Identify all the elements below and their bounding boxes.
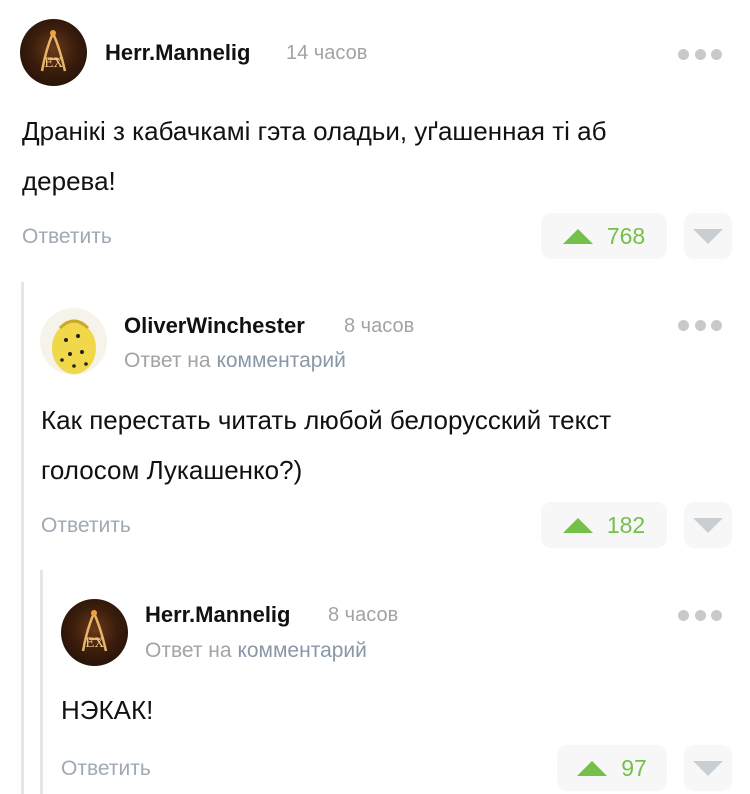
vote-count: 97: [621, 754, 647, 781]
vote-count: 182: [606, 511, 646, 538]
downvote-arrow-icon: [693, 228, 723, 244]
more-options-icon[interactable]: [678, 319, 722, 331]
reply-button[interactable]: Ответить: [22, 225, 112, 249]
avatar-image: [52, 319, 96, 374]
reply-to-prefix: Ответ на: [124, 349, 211, 372]
svg-text:EX: EX: [44, 56, 63, 71]
comment-text-line: НЭКАК!: [61, 695, 154, 725]
upvote-arrow-icon: [577, 760, 608, 776]
reply-to-link[interactable]: комментарий: [237, 639, 366, 662]
more-options-icon[interactable]: [678, 48, 722, 60]
upvote-button[interactable]: 182: [541, 502, 667, 548]
comment-author[interactable]: Herr.Mannelig: [105, 40, 250, 66]
comment-time: 8 часов: [328, 604, 399, 626]
avatar[interactable]: EX: [61, 599, 128, 666]
comment-text: Как перестать читать любой белорусский т…: [41, 395, 611, 495]
comment-text-line: дерева!: [22, 166, 116, 196]
upvote-button[interactable]: 768: [541, 213, 667, 259]
avatar-image: EX: [40, 29, 67, 72]
upvote-arrow-icon: [562, 228, 593, 244]
comment-author[interactable]: OliverWinchester: [124, 313, 305, 339]
upvote-arrow-icon: [562, 517, 593, 533]
reply-button[interactable]: Ответить: [61, 757, 151, 781]
more-options-icon[interactable]: [678, 609, 722, 621]
downvote-arrow-icon: [693, 517, 723, 533]
svg-text:EX: EX: [85, 636, 104, 651]
downvote-arrow-icon: [693, 760, 723, 776]
downvote-button[interactable]: [684, 745, 732, 791]
comment-text: НЭКАК!: [61, 685, 153, 735]
reply-to-link[interactable]: комментарий: [216, 349, 345, 372]
reply-to-label: Ответ на комментарий: [124, 349, 346, 373]
thread-line-level-1: [21, 282, 24, 794]
comment-text-line: Дранікі з кабачкамі гэта оладьи, уґашенн…: [22, 116, 607, 146]
avatar[interactable]: [40, 308, 107, 375]
downvote-button[interactable]: [684, 502, 732, 548]
comment-text: Дранікі з кабачкамі гэта оладьи, уґашенн…: [22, 106, 607, 206]
thread-line-level-2: [40, 570, 43, 794]
reply-button[interactable]: Ответить: [41, 514, 131, 538]
comment-time: 14 часов: [286, 42, 368, 64]
downvote-button[interactable]: [684, 213, 732, 259]
vote-count: 768: [606, 222, 646, 249]
avatar-image: EX: [81, 609, 108, 652]
reply-to-label: Ответ на комментарий: [145, 639, 367, 663]
avatar[interactable]: EX: [20, 19, 87, 86]
upvote-button[interactable]: 97: [557, 745, 667, 791]
comment-author[interactable]: Herr.Mannelig: [145, 602, 290, 628]
comment-text-line: Как перестать читать любой белорусский т…: [41, 405, 612, 435]
reply-to-prefix: Ответ на: [145, 639, 232, 662]
comment-text-line: голосом Лукашенко?): [41, 455, 303, 485]
comment-time: 8 часов: [344, 315, 415, 337]
